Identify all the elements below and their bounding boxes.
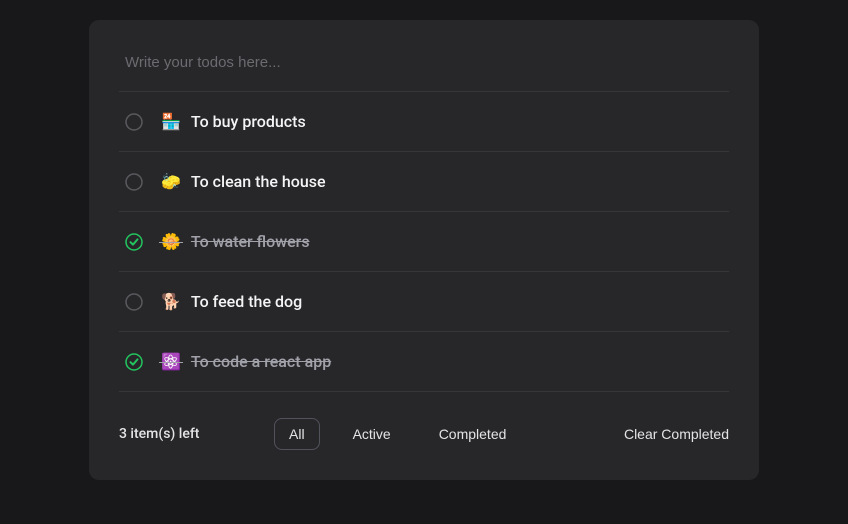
todo-emoji: 🌼 [161, 232, 181, 251]
circle-icon[interactable] [125, 173, 143, 191]
todo-emoji: ⚛️ [161, 352, 181, 371]
todo-input[interactable] [125, 54, 723, 71]
todo-item: 🌼 To water flowers [119, 212, 729, 272]
filter-active[interactable]: Active [338, 418, 406, 450]
filter-completed[interactable]: Completed [424, 418, 522, 450]
todo-item: ⚛️ To code a react app [119, 332, 729, 392]
todo-item: 🏪 To buy products [119, 92, 729, 152]
todo-label: To buy products [191, 112, 306, 131]
circle-icon[interactable] [125, 113, 143, 131]
todo-item: 🧽 To clean the house [119, 152, 729, 212]
check-circle-icon[interactable] [125, 233, 143, 251]
todo-text: 🐕 To feed the dog [161, 292, 302, 311]
todo-text: 🧽 To clean the house [161, 172, 326, 191]
filter-all[interactable]: All [274, 418, 320, 450]
todo-label: To water flowers [191, 232, 310, 251]
todo-label: To code a react app [191, 352, 331, 371]
todo-text: ⚛️ To code a react app [161, 352, 331, 371]
todo-label: To clean the house [191, 172, 326, 191]
todo-list: 🏪 To buy products 🧽 To clean the house 🌼 To w… [119, 92, 729, 392]
todo-item: 🐕 To feed the dog [119, 272, 729, 332]
todo-text: 🏪 To buy products [161, 112, 306, 131]
items-left-label: 3 item(s) left [119, 426, 274, 442]
todo-emoji: 🐕 [161, 292, 181, 311]
clear-completed-button[interactable]: Clear Completed [624, 426, 729, 442]
input-row [119, 40, 729, 92]
todo-text: 🌼 To water flowers [161, 232, 310, 251]
footer: 3 item(s) left All Active Completed Clea… [119, 392, 729, 450]
todo-emoji: 🏪 [161, 112, 181, 131]
filter-group: All Active Completed [274, 418, 573, 450]
todo-card: 🏪 To buy products 🧽 To clean the house 🌼 To w… [89, 20, 759, 480]
check-circle-icon[interactable] [125, 353, 143, 371]
todo-emoji: 🧽 [161, 172, 181, 191]
circle-icon[interactable] [125, 293, 143, 311]
todo-label: To feed the dog [191, 292, 302, 311]
